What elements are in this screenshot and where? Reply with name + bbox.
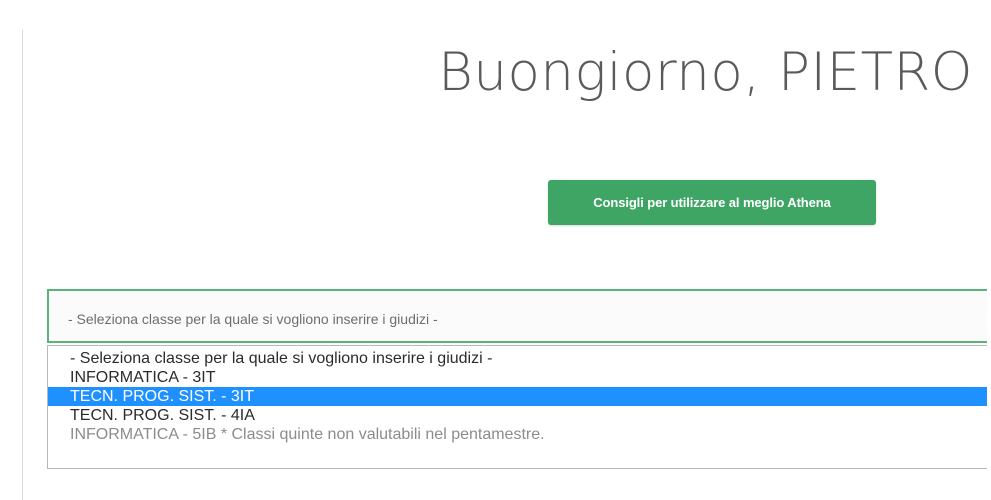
option-placeholder[interactable]: - Seleziona classe per la quale si vogli…	[48, 349, 987, 368]
class-dropdown-list: - Seleziona classe per la quale si vogli…	[47, 345, 987, 469]
greeting-title: Buongiorno, PIETRO	[438, 42, 973, 103]
option-informatica-3it[interactable]: INFORMATICA - 3IT	[48, 368, 987, 387]
class-select[interactable]: - Seleziona classe per la quale si vogli…	[47, 289, 987, 343]
class-select-value: - Seleziona classe per la quale si vogli…	[68, 311, 438, 327]
tips-button[interactable]: Consigli per utilizzare al meglio Athena	[548, 180, 876, 225]
left-divider	[22, 30, 23, 500]
option-tecn-prog-sist-3it[interactable]: TECN. PROG. SIST. - 3IT	[48, 387, 987, 406]
page: Buongiorno, PIETRO Consigli per utilizza…	[0, 0, 991, 500]
option-tecn-prog-sist-4ia[interactable]: TECN. PROG. SIST. - 4IA	[48, 406, 987, 425]
option-informatica-5ib: INFORMATICA - 5IB * Classi quinte non va…	[70, 426, 545, 443]
